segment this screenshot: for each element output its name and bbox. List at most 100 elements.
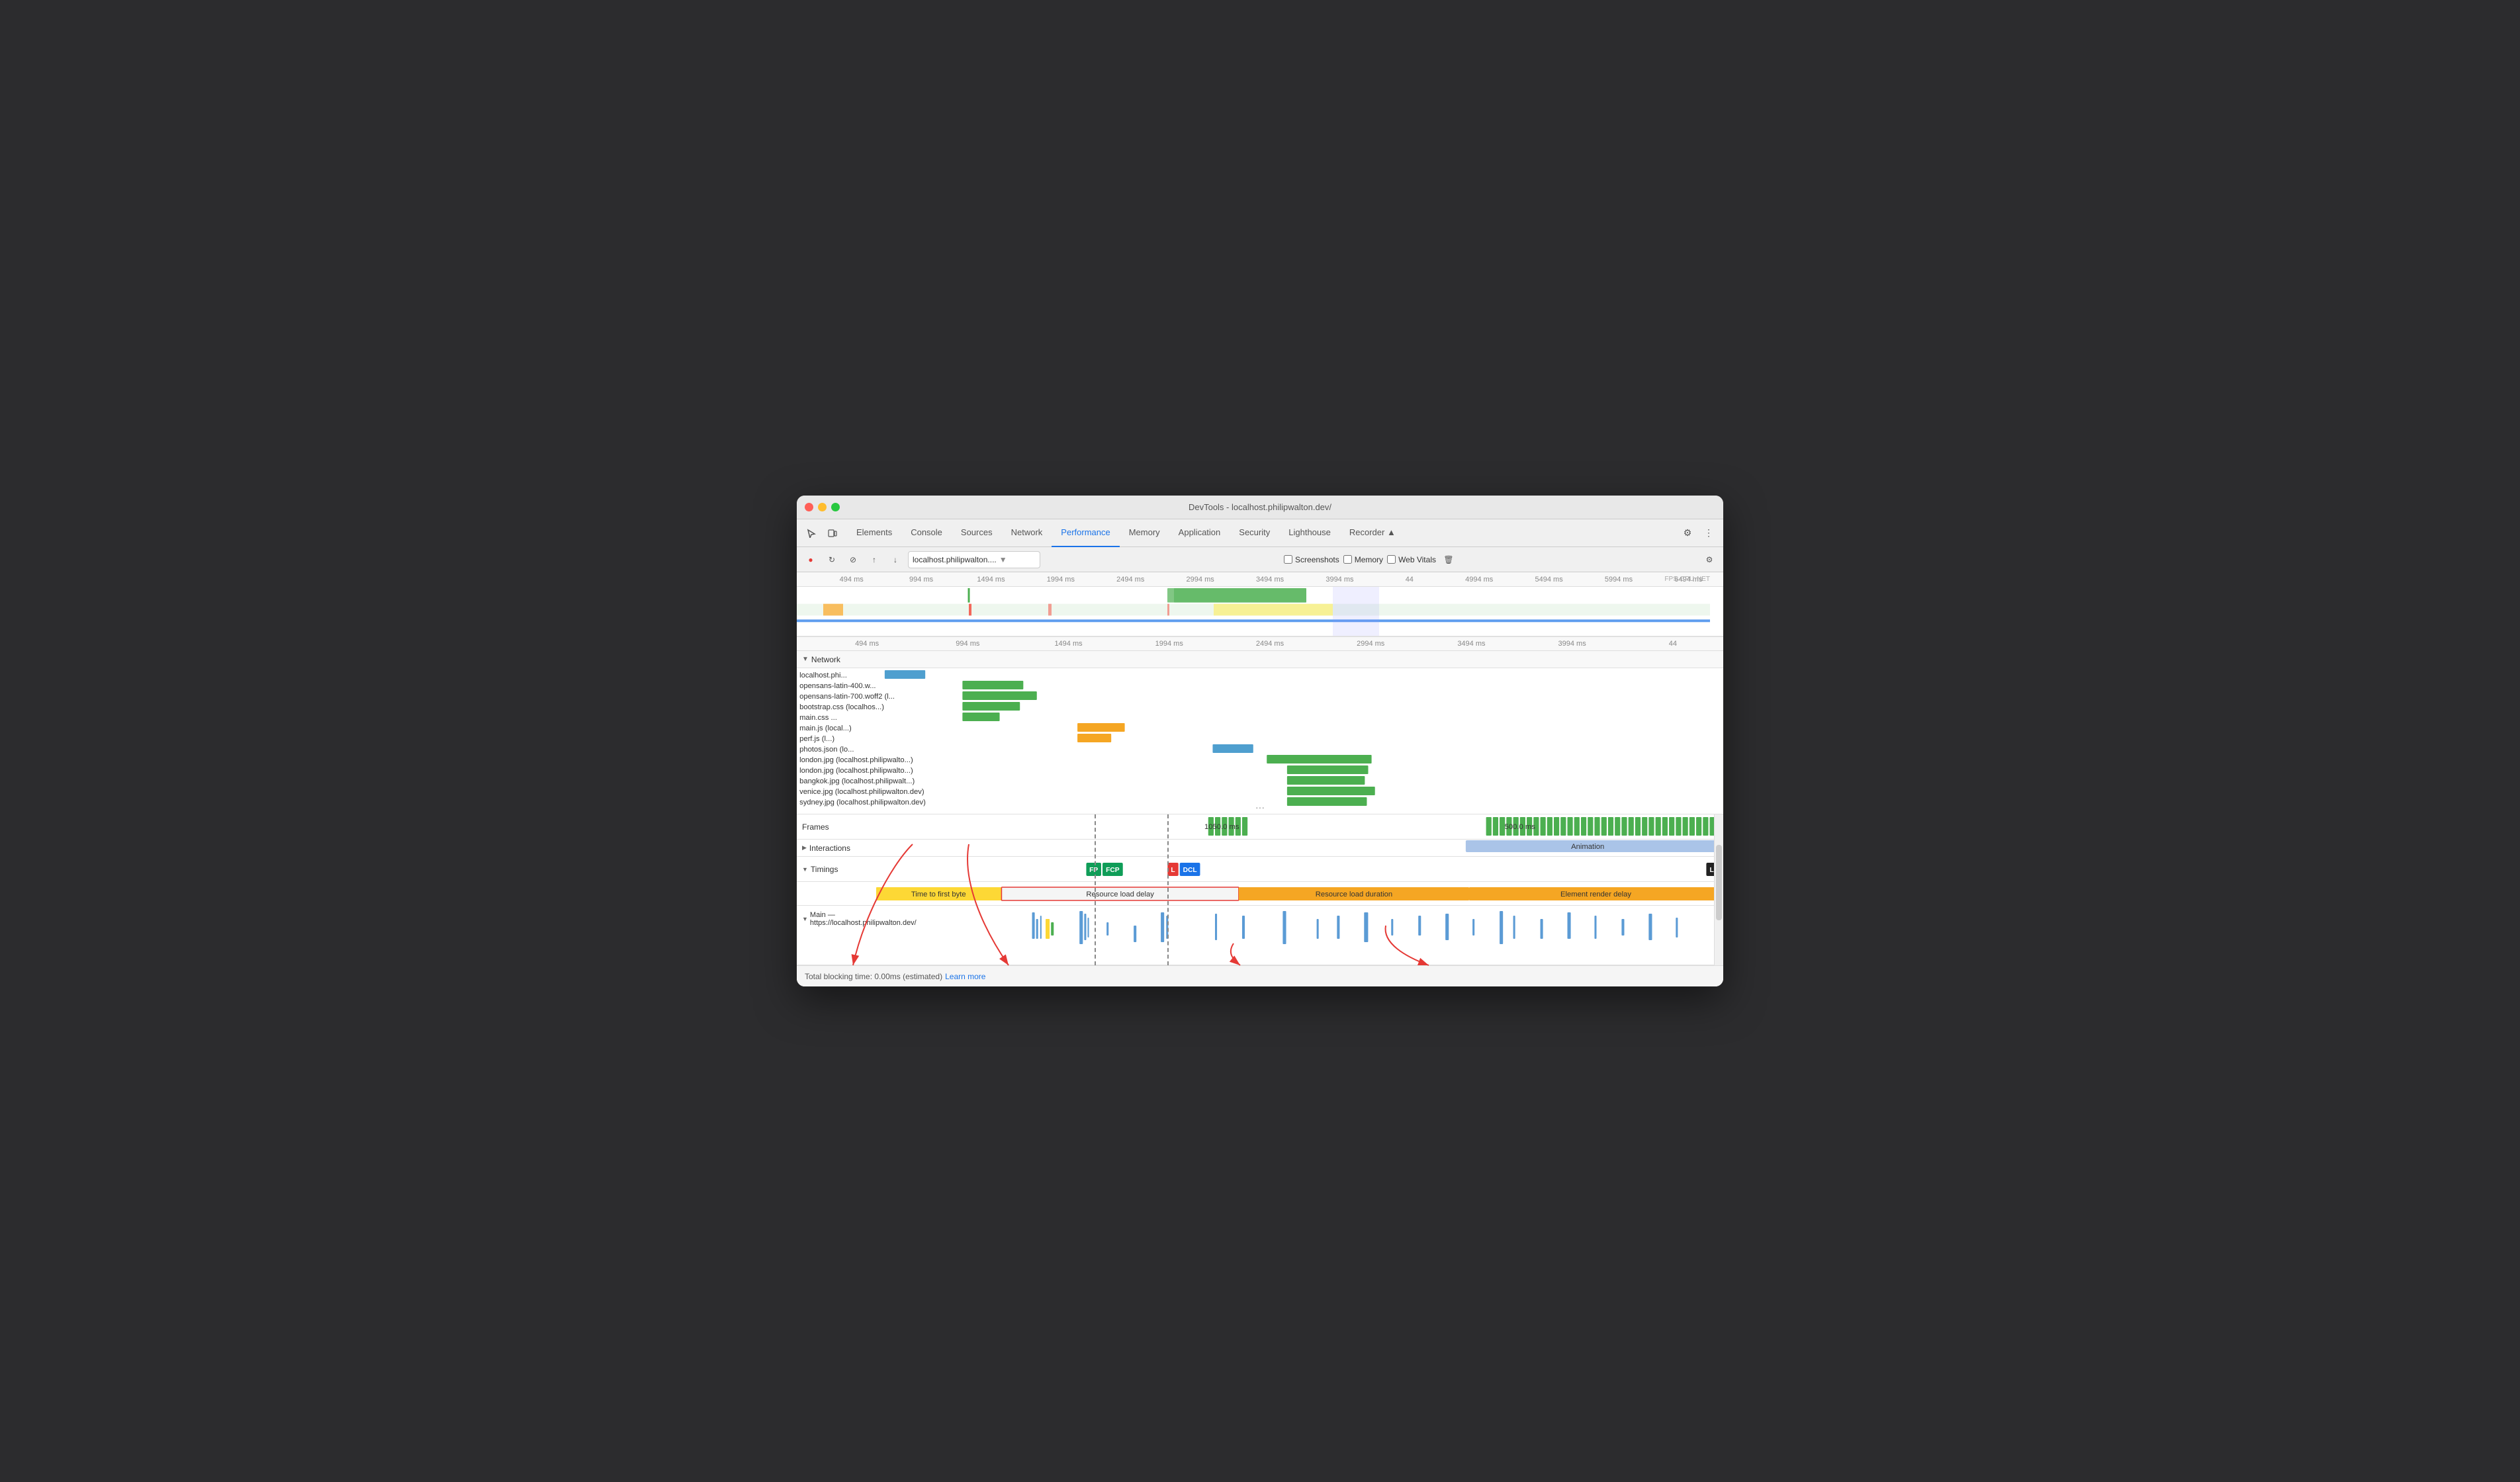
stop-button[interactable]: ⊘ (844, 551, 862, 568)
interactions-triangle[interactable]: ▶ (802, 844, 807, 851)
svg-text:london.jpg (localhost.philipwa: london.jpg (localhost.philipwalto...) (799, 767, 913, 775)
ruler-44: 44 (1374, 576, 1444, 584)
ruler-2494: 2494 ms (1096, 576, 1165, 584)
status-bar: Total blocking time: 0.00ms (estimated) … (797, 965, 1723, 986)
devtools-window: DevTools - localhost.philipwalton.dev/ E… (797, 496, 1723, 986)
tab-console[interactable]: Console (901, 519, 952, 547)
cpu-label: CPU (1680, 576, 1694, 583)
more-indicator: ··· (1255, 802, 1265, 812)
tab-lighthouse[interactable]: Lighthouse (1279, 519, 1340, 547)
svg-text:london.jpg (localhost.philipwa: london.jpg (localhost.philipwalto...) (799, 756, 913, 764)
more-icon[interactable]: ⋮ (1699, 524, 1718, 543)
network-label: Network (811, 655, 840, 664)
tab-elements[interactable]: Elements (847, 519, 901, 547)
ruler-5494: 5494 ms (1514, 576, 1584, 584)
ruler-4994: 4994 ms (1445, 576, 1514, 584)
upload-button[interactable]: ↑ (866, 551, 883, 568)
timings-triangle[interactable]: ▼ (802, 866, 808, 873)
timings-text: Timings (811, 865, 838, 874)
ruler-3494: 3494 ms (1235, 576, 1304, 584)
devtools-content: 494 ms 994 ms 1494 ms 1994 ms 2494 ms 29… (797, 572, 1723, 986)
window-title: DevTools - localhost.philipwalton.dev/ (1189, 502, 1331, 512)
svg-text:Resource load delay: Resource load delay (1086, 891, 1154, 898)
overview-svg (797, 587, 1723, 636)
cursor-icon[interactable] (802, 524, 821, 543)
close-button[interactable] (805, 503, 813, 511)
ruler-5994: 5994 ms (1584, 576, 1653, 584)
svg-text:main.js (local...): main.js (local...) (799, 724, 852, 732)
interactions-text: Interactions (809, 844, 850, 853)
tab-application[interactable]: Application (1169, 519, 1230, 547)
settings-icon[interactable]: ⚙ (1678, 524, 1697, 543)
svg-text:localhost.phi...: localhost.phi... (799, 672, 847, 679)
svg-text:bangkok.jpg (localhost.philipw: bangkok.jpg (localhost.philipwalt...) (799, 777, 915, 785)
tab-performance[interactable]: Performance (1052, 519, 1119, 547)
network-rows: localhost.phi... opensans-latin-400.w...… (797, 668, 1723, 814)
tab-memory[interactable]: Memory (1120, 519, 1169, 547)
overview-charts[interactable] (797, 587, 1723, 636)
svg-text:1050.0 ms: 1050.0 ms (1204, 823, 1239, 831)
timings-svg: FP FCP L DCL LCP (876, 857, 1723, 882)
scrollbar-thumb[interactable] (1716, 845, 1722, 920)
timings-content: FP FCP L DCL LCP (876, 857, 1723, 881)
screenshots-checkbox[interactable]: Screenshots (1284, 555, 1339, 564)
scrollbar[interactable] (1714, 814, 1723, 965)
main-triangle[interactable]: ▼ (802, 916, 808, 922)
lcr-bars-row: Time to first byte Resource load delay R… (797, 882, 1723, 906)
lcr-content: Time to first byte Resource load delay R… (876, 882, 1723, 905)
trash-icon[interactable]: 🗑 (1440, 551, 1457, 568)
webvitals-checkbox[interactable]: Web Vitals (1387, 555, 1436, 564)
fps-cpu-net-labels: FPS CPU NET (1664, 576, 1710, 583)
record-button[interactable]: ● (802, 551, 819, 568)
dropdown-arrow[interactable]: ▼ (999, 555, 1007, 564)
learn-more-link[interactable]: Learn more (945, 972, 985, 981)
perf-toolbar: ● ↻ ⊘ ↑ ↓ localhost.philipwalton.... ▼ S… (797, 547, 1723, 572)
main-toolbar: Elements Console Sources Network Perform… (797, 519, 1723, 547)
svg-text:perf.js (l...): perf.js (l...) (799, 735, 834, 743)
svg-text:opensans-latin-400.w...: opensans-latin-400.w... (799, 682, 876, 690)
ruler-1994: 1994 ms (1026, 576, 1095, 584)
frames-label: Frames (797, 822, 876, 832)
ruler-3994: 3994 ms (1305, 576, 1374, 584)
tab-security[interactable]: Security (1230, 519, 1279, 547)
tab-recorder[interactable]: Recorder ▲ (1340, 519, 1405, 547)
top-ruler: 494 ms 994 ms 1494 ms 1994 ms 2494 ms 29… (797, 572, 1723, 587)
minimize-button[interactable] (818, 503, 827, 511)
svg-text:main.css ...: main.css ... (799, 714, 837, 722)
interactions-label[interactable]: ▶ Interactions (797, 844, 876, 853)
svg-text:opensans-latin-700.woff2 (l...: opensans-latin-700.woff2 (l... (799, 693, 895, 701)
network-header[interactable]: ▼ Network (797, 651, 1723, 668)
bottom-ruler: 494 ms 994 ms 1494 ms 1994 ms 2494 ms 29… (797, 636, 1723, 651)
tab-sources[interactable]: Sources (952, 519, 1002, 547)
tab-network[interactable]: Network (1002, 519, 1052, 547)
reload-button[interactable]: ↻ (823, 551, 840, 568)
memory-checkbox[interactable]: Memory (1343, 555, 1383, 564)
svg-text:Animation: Animation (1571, 843, 1604, 851)
interactions-svg: Animation (876, 838, 1723, 855)
download-button[interactable]: ↓ (887, 551, 904, 568)
blocking-time-text: Total blocking time: 0.00ms (estimated) (805, 972, 942, 981)
svg-text:L: L (1171, 867, 1175, 874)
network-triangle[interactable]: ▼ (802, 656, 809, 663)
device-icon[interactable] (823, 524, 842, 543)
ruler-labels: 494 ms 994 ms 1494 ms 1994 ms 2494 ms 29… (797, 576, 1723, 584)
network-svg: localhost.phi... opensans-latin-400.w...… (797, 668, 1723, 814)
svg-text:Time to first byte: Time to first byte (911, 891, 966, 898)
svg-text:photos.json (lo...: photos.json (lo... (799, 746, 854, 754)
main-section-label: ▼ Main — https://localhost.philipwalton.… (797, 906, 876, 930)
timings-label[interactable]: ▼ Timings (797, 865, 876, 874)
svg-text:FP: FP (1089, 867, 1098, 874)
frames-svg: 1050.0 ms 500.0 ms (876, 814, 1723, 839)
ruler-494: 494 ms (817, 576, 886, 584)
svg-text:DCL: DCL (1183, 867, 1197, 874)
ruler-994: 994 ms (886, 576, 956, 584)
svg-text:500.0 ms: 500.0 ms (1505, 823, 1536, 831)
timings-row: ▼ Timings FP FCP L (797, 857, 1723, 882)
maximize-button[interactable] (831, 503, 840, 511)
perf-settings-icon[interactable]: ⚙ (1701, 551, 1718, 568)
interactions-content: Animation (876, 838, 1723, 858)
frames-content: 1050.0 ms 500.0 ms (876, 814, 1723, 839)
svg-text:bootstrap.css (localhos...): bootstrap.css (localhos...) (799, 703, 884, 711)
traffic-lights (805, 503, 840, 511)
bottom-timeline: Frames (797, 814, 1723, 965)
